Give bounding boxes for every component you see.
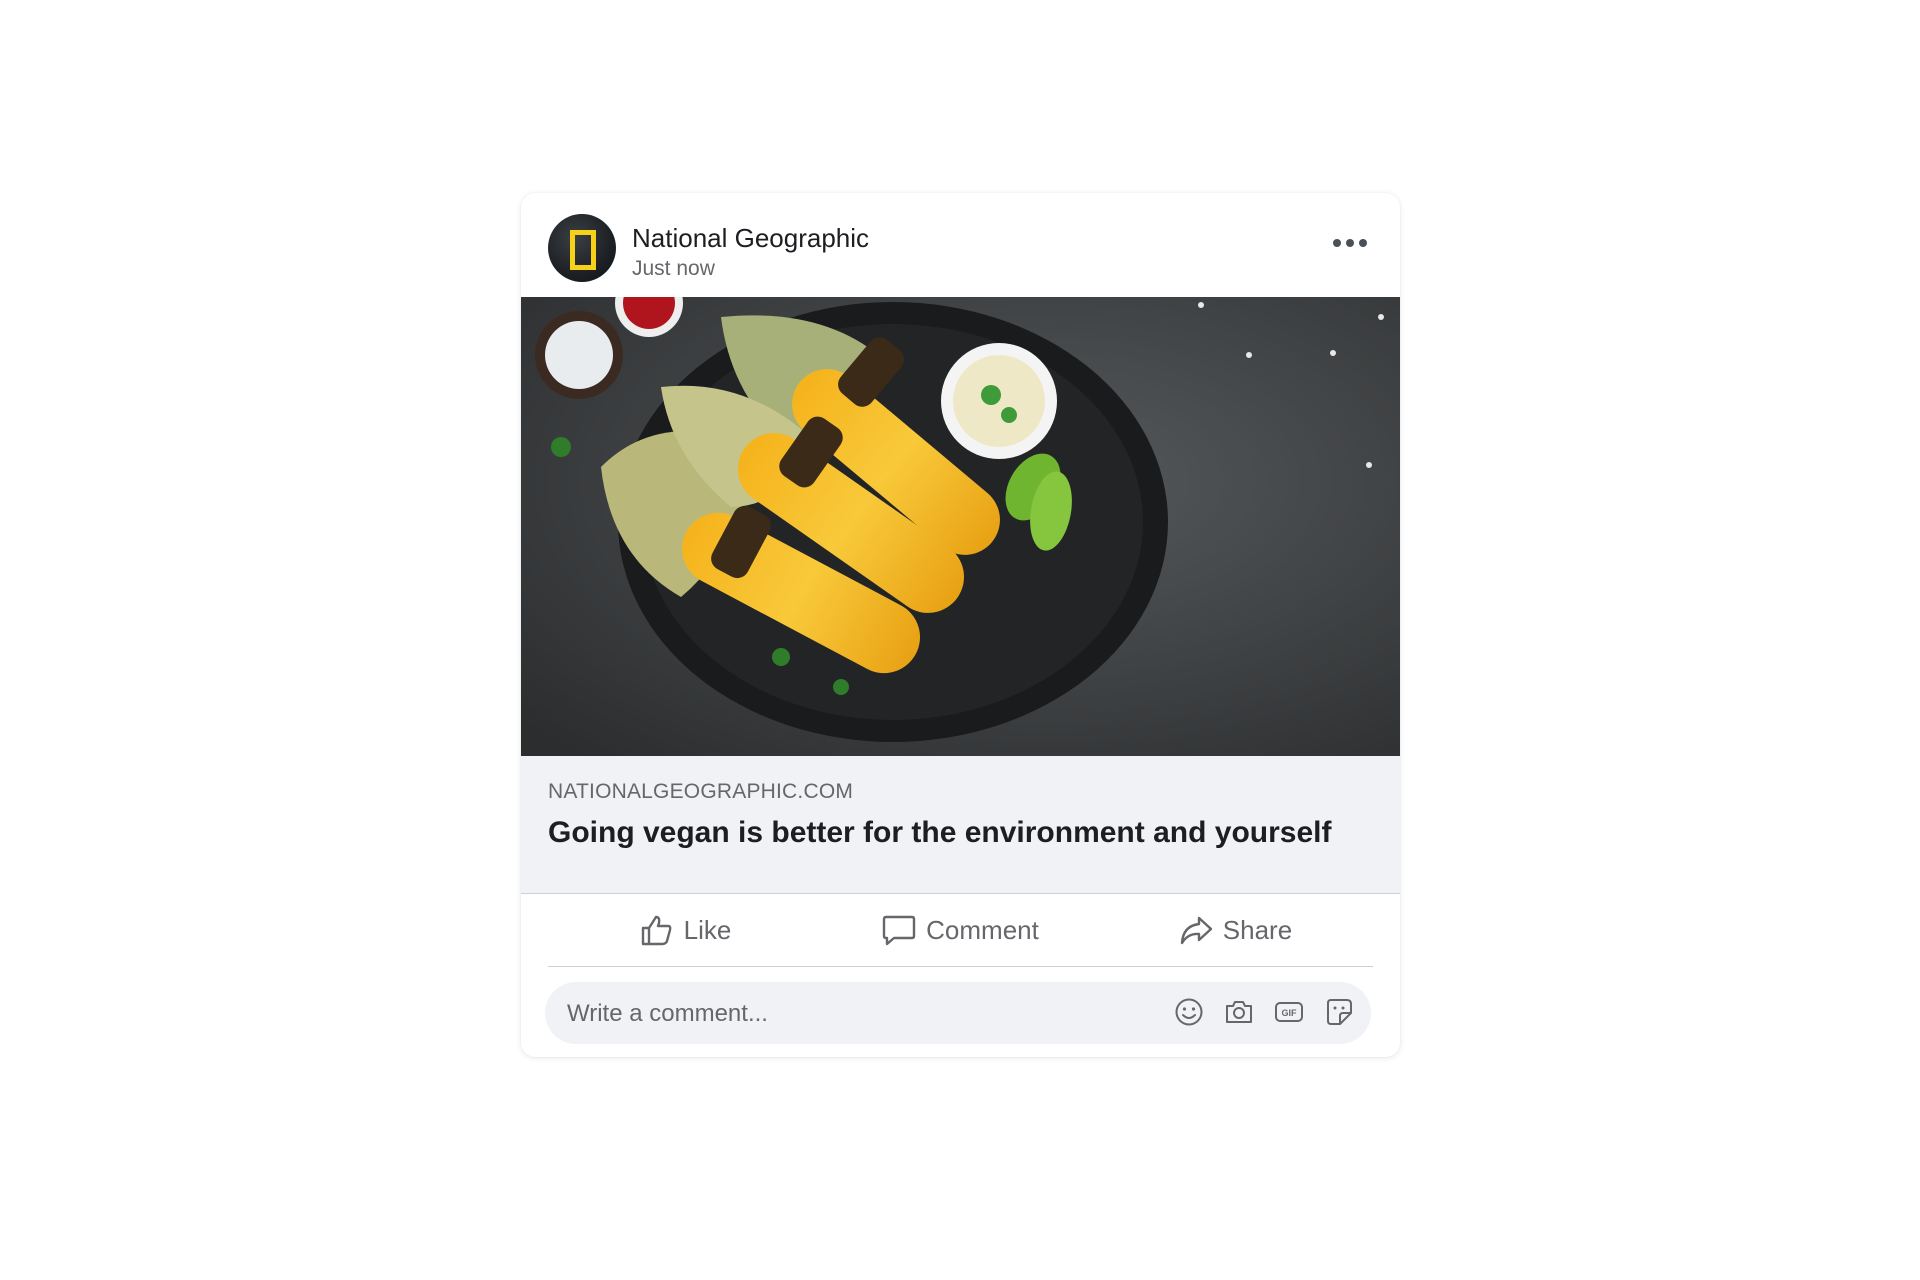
post-header: National Geographic Just now (521, 193, 1400, 297)
share-label: Share (1222, 914, 1293, 945)
post-card: National Geographic Just now NATIONALGEO… (521, 193, 1400, 1057)
post-timestamp[interactable]: Just now (632, 257, 715, 281)
more-dot-icon (1333, 239, 1341, 247)
comment-bubble-icon (882, 915, 916, 946)
share-button[interactable]: Share (1098, 894, 1373, 966)
avatar[interactable] (548, 214, 616, 282)
national-geographic-logo-icon (570, 230, 596, 270)
comment-label: Comment (926, 914, 1039, 945)
link-title[interactable]: Going vegan is better for the environmen… (548, 816, 1331, 850)
thumbs-up-icon (641, 915, 672, 946)
more-dot-icon (1346, 239, 1354, 247)
gif-icon[interactable]: GIF (1273, 995, 1305, 1029)
like-label: Like (683, 914, 732, 945)
emoji-icon[interactable] (1173, 995, 1205, 1029)
post-image[interactable] (521, 297, 1400, 756)
page-name[interactable]: National Geographic (632, 223, 869, 254)
action-bar: Like Comment Share (548, 894, 1373, 967)
sticker-icon[interactable] (1323, 995, 1355, 1029)
grilled-corn-image (521, 297, 1400, 756)
comment-tools: GIF (1173, 995, 1355, 1029)
camera-icon[interactable] (1223, 995, 1255, 1029)
svg-text:GIF: GIF (1282, 1008, 1298, 1018)
link-preview[interactable]: NATIONALGEOGRAPHIC.COM Going vegan is be… (521, 756, 1400, 894)
comment-button[interactable]: Comment (823, 894, 1098, 966)
like-button[interactable]: Like (548, 894, 823, 966)
share-arrow-icon (1180, 916, 1212, 945)
comment-composer: GIF (545, 982, 1371, 1046)
more-options-button[interactable] (1326, 223, 1374, 263)
comment-input[interactable] (565, 982, 1129, 1046)
more-dot-icon (1359, 239, 1367, 247)
link-domain: NATIONALGEOGRAPHIC.COM (548, 780, 854, 803)
